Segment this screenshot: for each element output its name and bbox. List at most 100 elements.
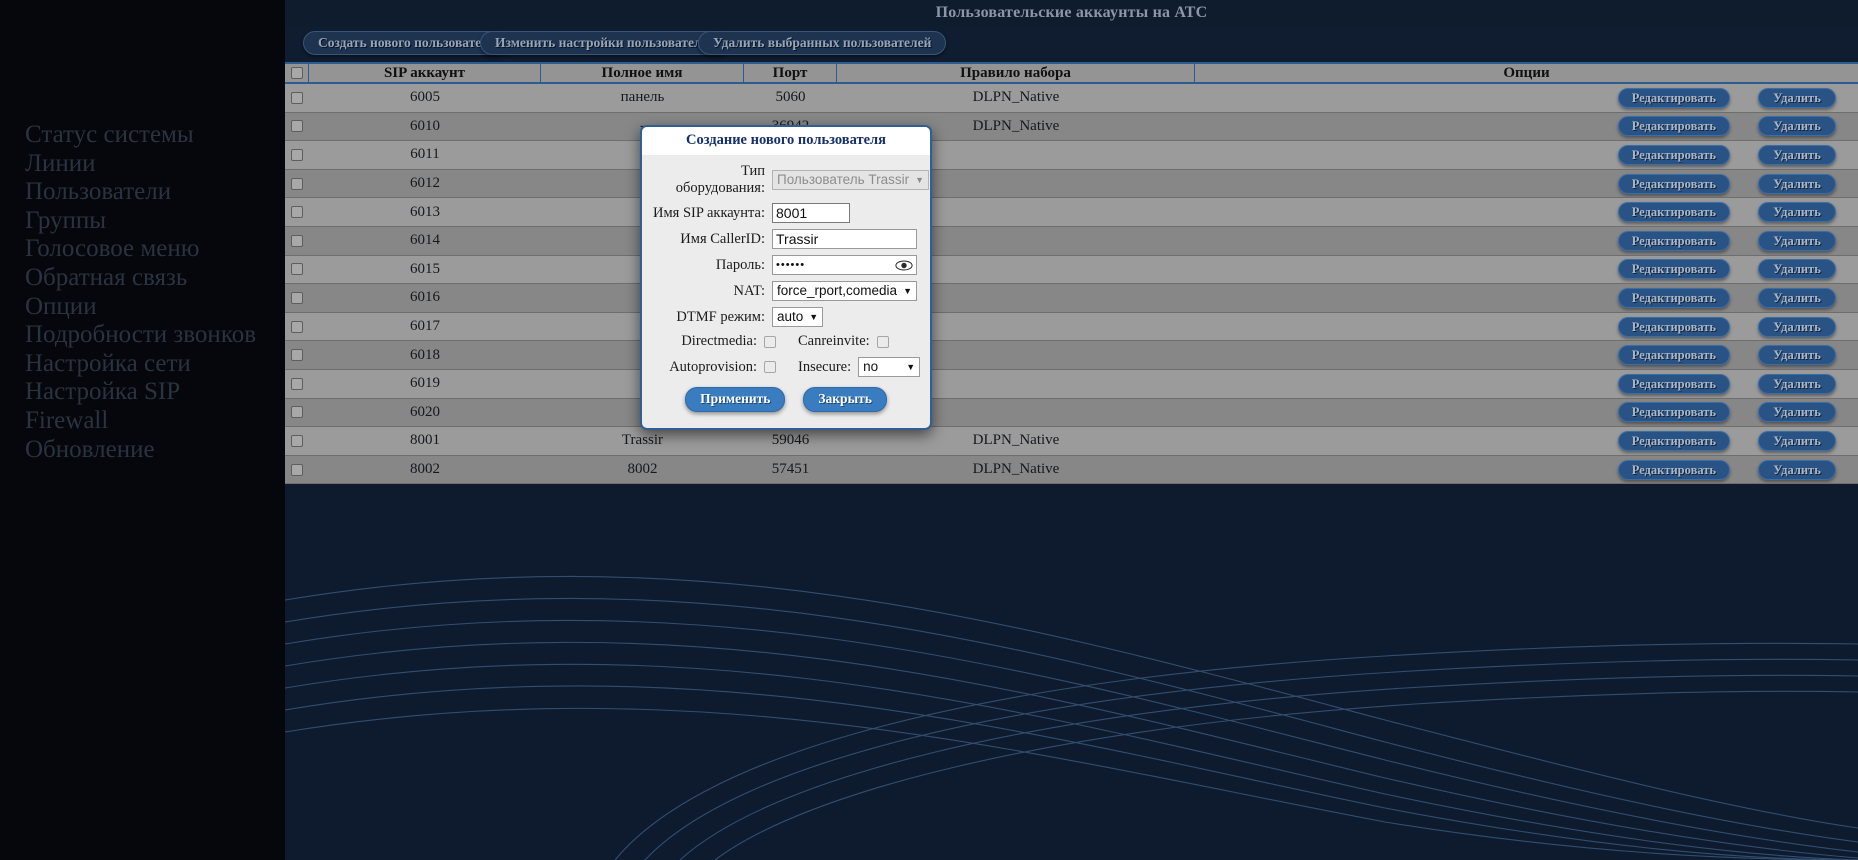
table-row[interactable]: 6015-РедактироватьУдалить — [285, 255, 1858, 285]
row-checkbox[interactable] — [291, 434, 303, 447]
row-checkbox[interactable] — [291, 349, 303, 362]
row-select-cell[interactable] — [285, 170, 309, 198]
delete-row-button[interactable]: Удалить — [1758, 373, 1836, 394]
delete-row-button[interactable]: Удалить — [1758, 202, 1836, 223]
table-row[interactable]: 6017-РедактироватьУдалить — [285, 312, 1858, 342]
sidebar-item-12[interactable]: Обновление — [25, 436, 155, 463]
row-checkbox[interactable] — [291, 291, 303, 304]
row-select-cell[interactable] — [285, 456, 309, 484]
select-all-checkbox[interactable] — [290, 67, 303, 79]
edit-row-button[interactable]: Редактировать — [1617, 116, 1730, 137]
edit-row-button[interactable]: Редактировать — [1617, 316, 1730, 337]
table-row[interactable]: 6019-РедактироватьУдалить — [285, 369, 1858, 399]
row-checkbox[interactable] — [291, 206, 303, 219]
sidebar-item-9[interactable]: Настройка сети — [25, 350, 191, 377]
row-select-cell[interactable] — [285, 256, 309, 284]
table-row[interactable]: 6020-РедактироватьУдалить — [285, 398, 1858, 428]
row-checkbox[interactable] — [291, 177, 303, 190]
canreinvite-checkbox[interactable] — [876, 335, 889, 348]
sidebar-item-1[interactable]: Статус системы — [25, 122, 194, 148]
edit-row-button[interactable]: Редактировать — [1617, 345, 1730, 366]
delete-row-button[interactable]: Удалить — [1758, 402, 1836, 423]
edit-row-button[interactable]: Редактировать — [1617, 173, 1730, 194]
password-input[interactable]: •••••• — [772, 255, 917, 275]
row-select-cell[interactable] — [285, 313, 309, 341]
directmedia-checkbox[interactable] — [764, 335, 776, 348]
edit-row-button[interactable]: Редактировать — [1617, 259, 1730, 280]
table-row[interactable]: 6013-РедактироватьУдалить — [285, 198, 1858, 227]
row-checkbox[interactable] — [291, 234, 303, 247]
edit-row-button[interactable]: Редактировать — [1617, 373, 1730, 394]
dtmf-mode-select[interactable]: auto ▼ — [772, 307, 824, 327]
row-checkbox[interactable] — [291, 320, 303, 333]
delete-row-button[interactable]: Удалить — [1758, 459, 1836, 480]
edit-row-button[interactable]: Редактировать — [1617, 230, 1730, 251]
delete-row-button[interactable]: Удалить — [1758, 259, 1836, 280]
delete-row-button[interactable]: Удалить — [1758, 116, 1836, 137]
select-all-cell[interactable] — [285, 62, 309, 84]
sip-account-input[interactable]: 8001 — [772, 203, 850, 223]
row-select-cell[interactable] — [285, 141, 309, 169]
table-row[interactable]: 6018-РедактироватьУдалить — [285, 341, 1858, 370]
autoprovision-checkbox[interactable] — [764, 361, 776, 373]
row-select-cell[interactable] — [285, 427, 309, 455]
edit-row-button[interactable]: Редактировать — [1617, 202, 1730, 223]
row-select-cell[interactable] — [285, 284, 309, 312]
close-button[interactable]: Закрыть — [803, 387, 887, 412]
edit-row-button[interactable]: Редактировать — [1617, 430, 1730, 451]
row-select-cell[interactable] — [285, 370, 309, 398]
row-checkbox[interactable] — [291, 120, 303, 133]
insecure-select[interactable]: no ▼ — [858, 357, 921, 377]
sidebar-item-3[interactable]: Пользователи — [25, 179, 171, 205]
edit-row-button[interactable]: Редактировать — [1617, 287, 1730, 308]
sidebar-item-6[interactable]: Обратная связь — [25, 265, 187, 291]
row-select-cell[interactable] — [285, 227, 309, 255]
row-checkbox[interactable] — [291, 148, 303, 161]
row-select-cell[interactable] — [285, 399, 309, 427]
caller-id-input[interactable]: Trassir — [772, 229, 917, 249]
edit-user-settings-button[interactable]: Изменить настройки пользователей — [480, 31, 731, 55]
table-row[interactable]: 8001 Trassir 59046 DLPN_Native Редактировать… — [285, 427, 1858, 456]
edit-row-button[interactable]: Редактировать — [1617, 144, 1730, 165]
row-checkbox[interactable] — [291, 377, 303, 390]
delete-row-button[interactable]: Удалить — [1758, 345, 1836, 366]
table-row[interactable]: 8002 8002 57451 DLPN_Native Редактировать Уда… — [285, 455, 1858, 485]
table-row[interactable]: 6012-РедактироватьУдалить — [285, 169, 1858, 199]
delete-selected-users-button[interactable]: Удалить выбранных пользователей — [698, 31, 947, 55]
table-row[interactable]: 6010-36942DLPN_NativeРедактироватьУдалит… — [285, 112, 1858, 142]
apply-button[interactable]: Применить — [685, 387, 786, 412]
equipment-type-select[interactable]: Пользователь Trassir ▼ — [772, 170, 930, 190]
eye-icon[interactable] — [895, 260, 913, 271]
sidebar-item-5[interactable]: Голосовое меню — [25, 236, 199, 262]
row-select-cell[interactable] — [285, 198, 309, 226]
table-row[interactable]: 6016-РедактироватьУдалить — [285, 284, 1858, 313]
sidebar-item-10[interactable]: Настройка SIP — [25, 379, 180, 405]
edit-row-button[interactable]: Редактировать — [1617, 87, 1730, 108]
row-checkbox[interactable] — [291, 406, 303, 419]
sidebar-item-2[interactable]: Линии — [25, 150, 95, 177]
nat-select[interactable]: force_rport,comedia ▼ — [772, 281, 917, 301]
table-row[interactable]: 6014-РедактироватьУдалить — [285, 226, 1858, 256]
sidebar-item-7[interactable]: Опции — [25, 293, 97, 320]
row-select-cell[interactable] — [285, 113, 309, 141]
delete-row-button[interactable]: Удалить — [1758, 316, 1836, 337]
delete-row-button[interactable]: Удалить — [1758, 230, 1836, 251]
delete-row-button[interactable]: Удалить — [1758, 287, 1836, 308]
delete-row-button[interactable]: Удалить — [1758, 173, 1836, 194]
app-root: Пользовательские аккаунты на АТС Создать… — [0, 0, 1858, 860]
delete-row-button[interactable]: Удалить — [1758, 87, 1836, 108]
row-checkbox[interactable] — [291, 463, 303, 476]
row-select-cell[interactable] — [285, 84, 309, 112]
edit-row-button[interactable]: Редактировать — [1617, 402, 1730, 423]
table-row[interactable]: 6005 панель 5060 DLPN_Native Редактировать Уд… — [285, 84, 1858, 113]
sidebar-item-4[interactable]: Группы — [25, 207, 106, 234]
row-select-cell[interactable] — [285, 341, 309, 369]
sidebar-item-11[interactable]: Firewall — [25, 408, 108, 434]
delete-row-button[interactable]: Удалить — [1758, 430, 1836, 451]
delete-row-button[interactable]: Удалить — [1758, 144, 1836, 165]
row-checkbox[interactable] — [291, 91, 303, 104]
sidebar-item-8[interactable]: Подробности звонков — [25, 322, 256, 348]
table-row[interactable]: 6011-РедактироватьУдалить — [285, 141, 1858, 170]
row-checkbox[interactable] — [291, 263, 303, 276]
edit-row-button[interactable]: Редактировать — [1617, 459, 1730, 480]
